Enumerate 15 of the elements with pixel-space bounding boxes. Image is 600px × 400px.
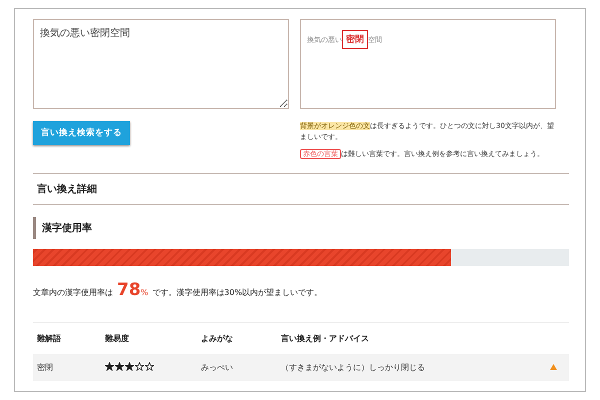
input-field[interactable]: 換気の悪い密閉空間 (33, 19, 289, 109)
section-title: 言い換え詳細 (33, 172, 569, 205)
rate-note: です。漢字使用率は30%以内が望ましいです。 (152, 286, 322, 298)
column-header: よみがな (197, 322, 277, 354)
column-header: 難易度 (101, 322, 197, 354)
table-cell: 密閉 (33, 354, 101, 381)
rate-unit: % (140, 288, 148, 297)
column-header: 難解語 (33, 322, 101, 354)
rate-label: 文章内の漢字使用率は (33, 286, 113, 298)
table-cell: （すきまがないように）しっかり閉じる (277, 354, 531, 381)
triangle-icon[interactable] (550, 364, 557, 370)
table-cell: みっぺい (197, 354, 277, 381)
section-heading: 漢字使用率 (33, 216, 569, 239)
rate-value: 78 (117, 280, 141, 300)
column-header: 言い換え例・アドバイス (277, 322, 531, 354)
